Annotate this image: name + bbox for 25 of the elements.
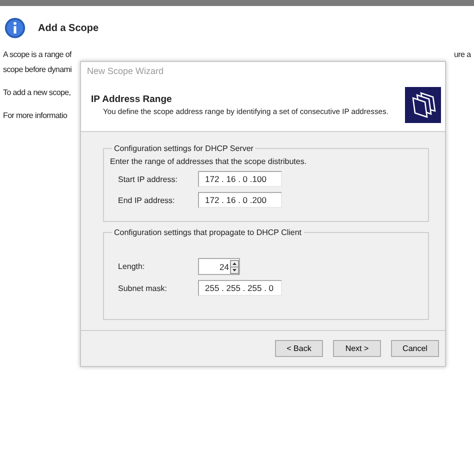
paragraph-text: To add a new scope, xyxy=(3,88,71,97)
group-title: Configuration settings for DHCP Server xyxy=(113,144,254,153)
field-label: Length: xyxy=(117,262,146,271)
dialog-title: New Scope Wizard xyxy=(81,62,445,81)
wizard-button[interactable]: Next > xyxy=(333,340,381,357)
wizard-button[interactable]: Cancel xyxy=(391,340,439,357)
group-title: Configuration settings that propagate to DHCP Client xyxy=(113,228,303,237)
paragraph-text: A scope is a range of xyxy=(3,50,72,59)
ip-address-field[interactable]: 172 . 16 . 0 .200 xyxy=(198,192,282,208)
folders-icon xyxy=(405,87,441,123)
ip-address-field[interactable]: 255 . 255 . 255 . 0 xyxy=(198,280,282,296)
length-spinbox[interactable]: 24 xyxy=(198,258,240,275)
wizard-button[interactable]: < Back xyxy=(275,340,323,357)
paragraph-text: For more informatio xyxy=(3,111,68,120)
step-heading: IP Address Range xyxy=(91,94,173,105)
paragraph-text: ure a xyxy=(454,50,471,59)
instruction-text: Enter the range of addresses that the scope distributes. xyxy=(110,157,308,166)
field-label: Start IP address: xyxy=(117,174,178,184)
paragraph-text: scope before dynami xyxy=(3,65,72,74)
ip-address-field[interactable]: 172 . 16 . 0 .100 xyxy=(198,171,282,187)
info-icon xyxy=(4,16,26,40)
field-label: End IP address: xyxy=(117,196,176,204)
spin-arrows-icon[interactable] xyxy=(230,260,239,274)
field-label: Subnet mask: xyxy=(117,284,168,292)
page-title: Add a Scope xyxy=(38,22,99,34)
